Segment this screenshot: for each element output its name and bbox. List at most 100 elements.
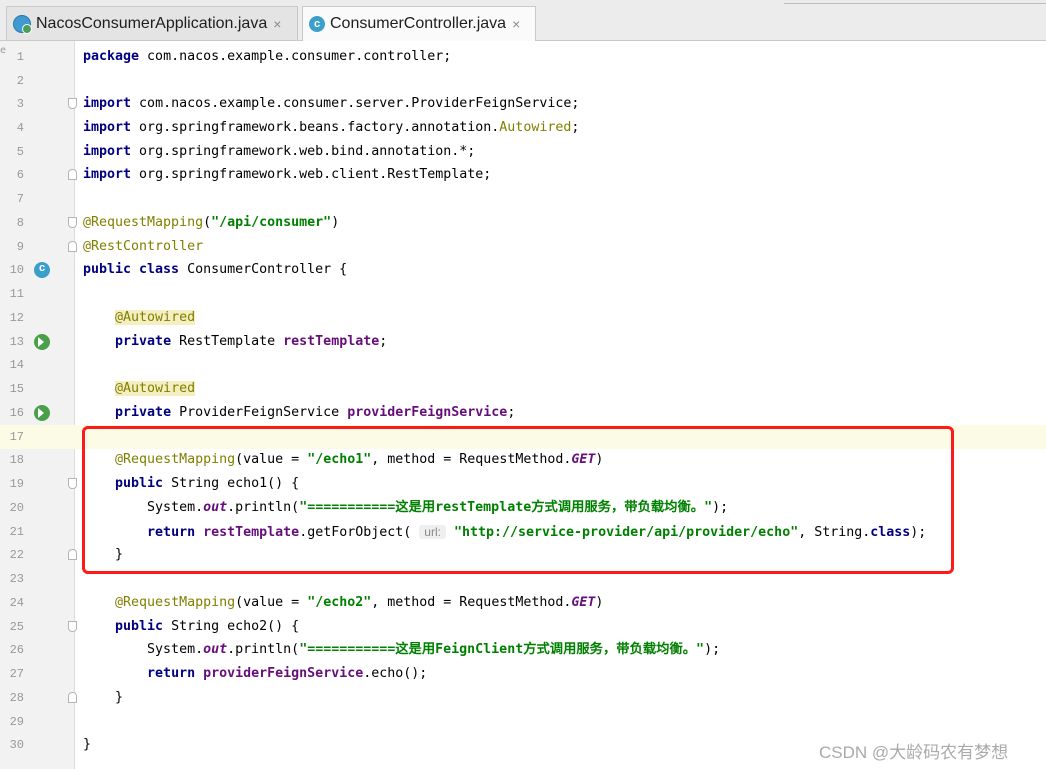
code-line[interactable]: 1 package com.nacos.example.consumer.con… <box>0 45 1046 69</box>
line-number: 1 <box>16 50 24 64</box>
line-number: 20 <box>9 501 24 515</box>
code-text: private RestTemplate restTemplate; <box>115 334 388 349</box>
watermark: CSDN @大龄码农有梦想 <box>819 743 1009 762</box>
code-line[interactable]: 13 private RestTemplate restTemplate; <box>0 330 1046 354</box>
code-line[interactable]: 22 } <box>0 543 1046 567</box>
code-line[interactable]: 10 public class ConsumerController { <box>0 258 1046 282</box>
code-text: } <box>83 737 92 752</box>
line-number: 14 <box>9 358 24 372</box>
fold-toggle-icon[interactable] <box>68 621 77 632</box>
code-text: import org.springframework.web.bind.anno… <box>83 144 476 159</box>
editor-tab-bar: NacosConsumerApplication.java × c Consum… <box>0 0 1046 41</box>
code-text: import com.nacos.example.consumer.server… <box>83 96 580 111</box>
code-text: private ProviderFeignService providerFei… <box>115 405 516 420</box>
code-line[interactable]: 25 public String echo2() { <box>0 615 1046 639</box>
line-number: 3 <box>16 97 24 111</box>
line-number: 24 <box>9 596 24 610</box>
code-line[interactable]: 4 import org.springframework.beans.facto… <box>0 116 1046 140</box>
code-line[interactable]: 8 @RequestMapping("/api/consumer") <box>0 211 1046 235</box>
spring-app-icon <box>13 14 32 34</box>
line-number: 12 <box>9 311 24 325</box>
code-line[interactable]: 11 <box>0 282 1046 306</box>
tab-strip-divider <box>784 0 1046 4</box>
line-number: 5 <box>16 145 24 159</box>
close-tab-icon[interactable]: × <box>512 16 520 32</box>
tab-label: ConsumerController.java <box>330 15 507 32</box>
java-class-icon: c <box>309 16 325 32</box>
line-number: 2 <box>16 74 24 88</box>
code-line[interactable]: 29 <box>0 710 1046 734</box>
line-number: 21 <box>9 525 24 539</box>
line-number: 4 <box>16 121 24 135</box>
code-text: @Autowired <box>115 381 196 396</box>
code-line[interactable]: 21 return restTemplate.getForObject( url… <box>0 520 1046 544</box>
code-line[interactable]: 20 System.out.println("===========这是用res… <box>0 496 1046 520</box>
line-number: 16 <box>9 406 24 420</box>
code-text: @Autowired <box>115 310 196 325</box>
code-line[interactable]: 26 System.out.println("===========这是用Fei… <box>0 638 1046 662</box>
code-text: public String echo2() { <box>115 619 300 634</box>
code-line[interactable]: 3 import com.nacos.example.consumer.serv… <box>0 92 1046 116</box>
line-number: 9 <box>16 240 24 254</box>
line-number: 25 <box>9 620 24 634</box>
tab-nacos-consumer-application[interactable]: NacosConsumerApplication.java × <box>6 6 298 40</box>
fold-toggle-icon[interactable] <box>68 241 77 252</box>
code-line[interactable]: 14 <box>0 353 1046 377</box>
code-line[interactable]: 27 return providerFeignService.echo(); <box>0 662 1046 686</box>
code-line[interactable]: 15 @Autowired <box>0 377 1046 401</box>
line-number: 23 <box>9 572 24 586</box>
navigate-to-bean-icon[interactable] <box>34 334 50 350</box>
line-number: 15 <box>9 382 24 396</box>
code-text: import org.springframework.web.client.Re… <box>83 167 492 182</box>
current-code-line[interactable]: 17 <box>0 425 1046 449</box>
line-number: 10 <box>9 263 24 277</box>
code-line[interactable]: 28 } <box>0 686 1046 710</box>
code-line[interactable]: 5 import org.springframework.web.bind.an… <box>0 140 1046 164</box>
code-line[interactable]: 6 import org.springframework.web.client.… <box>0 163 1046 187</box>
line-number: 11 <box>9 287 24 301</box>
fold-toggle-icon[interactable] <box>68 98 77 109</box>
code-text: @RequestMapping(value = "/echo1", method… <box>115 452 604 467</box>
code-editor[interactable]: e 1 package com.nacos.example.consumer.c… <box>0 41 1046 769</box>
code-line[interactable]: 2 <box>0 69 1046 93</box>
code-line[interactable]: 7 <box>0 187 1046 211</box>
code-line[interactable]: 16 private ProviderFeignService provider… <box>0 401 1046 425</box>
code-text: public class ConsumerController { <box>83 262 348 277</box>
code-line[interactable]: 12 @Autowired <box>0 306 1046 330</box>
code-text: System.out.println("===========这是用FeignC… <box>83 642 721 657</box>
tab-consumer-controller[interactable]: c ConsumerController.java × <box>302 6 536 41</box>
code-text: @RequestMapping("/api/consumer") <box>83 215 340 230</box>
line-number: 18 <box>9 453 24 467</box>
line-number: 7 <box>16 192 24 206</box>
tab-label: NacosConsumerApplication.java <box>36 14 268 32</box>
code-line[interactable]: 18 @RequestMapping(value = "/echo1", met… <box>0 448 1046 472</box>
navigate-to-bean-icon[interactable] <box>34 405 50 421</box>
close-tab-icon[interactable]: × <box>273 16 281 32</box>
code-text: @RestController <box>83 239 204 254</box>
code-text: return providerFeignService.echo(); <box>147 666 428 681</box>
fold-toggle-icon[interactable] <box>68 478 77 489</box>
fold-toggle-icon[interactable] <box>68 169 77 180</box>
line-number: 27 <box>9 667 24 681</box>
code-line[interactable]: 24 @RequestMapping(value = "/echo2", met… <box>0 591 1046 615</box>
code-line[interactable]: 19 public String echo1() { <box>0 472 1046 496</box>
line-number: 22 <box>9 548 24 562</box>
code-line[interactable]: 23 <box>0 567 1046 591</box>
line-number: 17 <box>9 430 24 444</box>
fold-toggle-icon[interactable] <box>68 549 77 560</box>
code-text: public String echo1() { <box>115 476 300 491</box>
line-number: 6 <box>16 168 24 182</box>
line-number: 29 <box>9 715 24 729</box>
fold-toggle-icon[interactable] <box>68 692 77 703</box>
line-number: 19 <box>9 477 24 491</box>
line-number: 26 <box>9 643 24 657</box>
line-number: 28 <box>9 691 24 705</box>
spring-bean-class-icon[interactable] <box>34 262 50 278</box>
fold-toggle-icon[interactable] <box>68 217 77 228</box>
code-text: @RequestMapping(value = "/echo2", method… <box>115 595 604 610</box>
code-line[interactable]: 9 @RestController <box>0 235 1046 259</box>
code-text: return restTemplate.getForObject( url: "… <box>147 525 927 540</box>
code-text: } <box>83 690 124 705</box>
line-number: 13 <box>9 335 24 349</box>
line-number: 8 <box>16 216 24 230</box>
